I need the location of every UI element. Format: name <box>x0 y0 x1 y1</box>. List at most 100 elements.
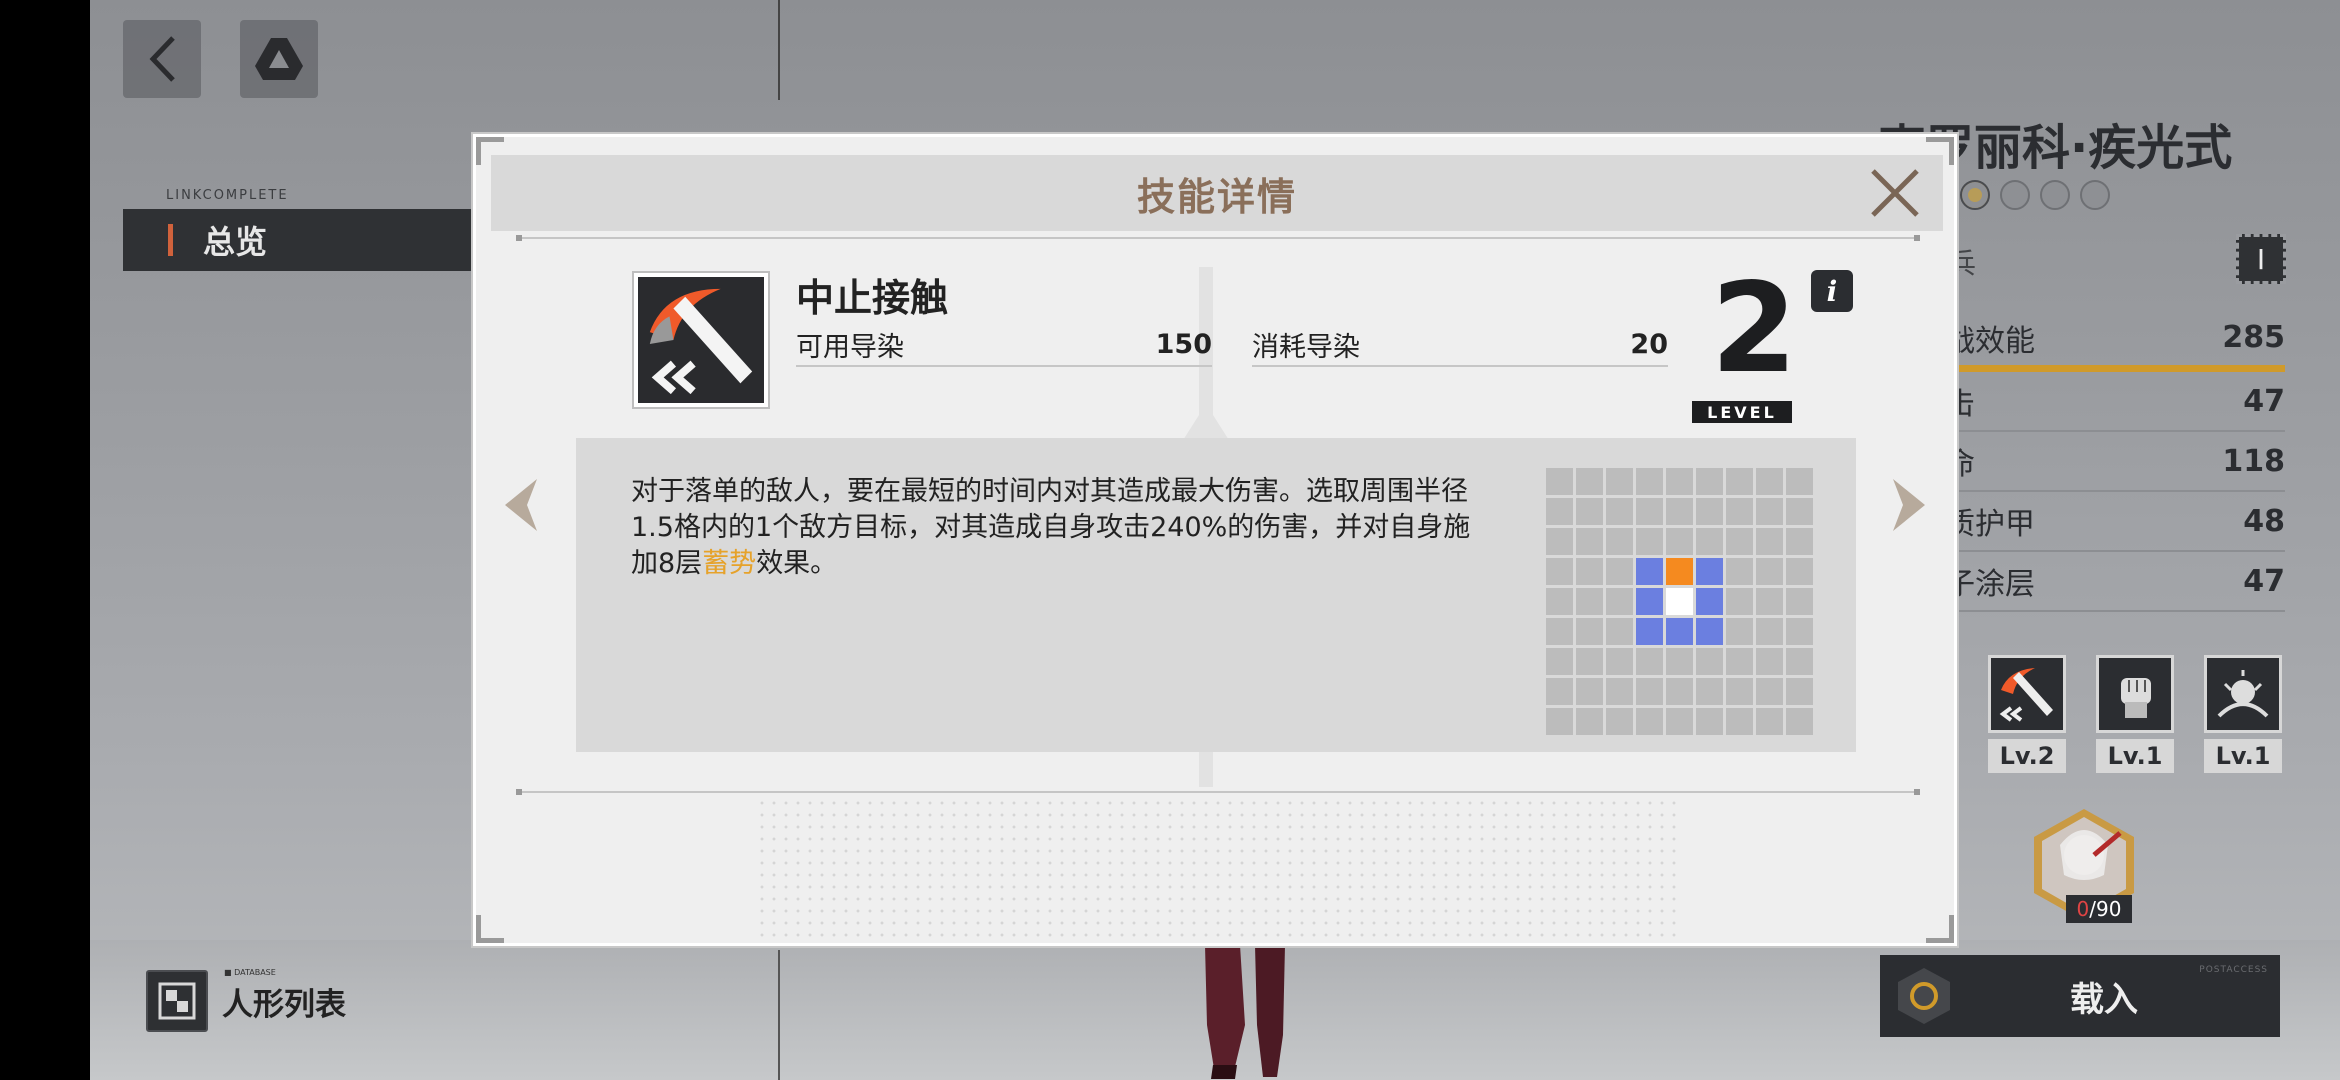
grid-cell <box>1726 528 1753 555</box>
stat-row: 质护甲 48 <box>1945 492 2285 552</box>
grid-cell <box>1756 498 1783 525</box>
grid-cell <box>1666 678 1693 705</box>
skill-detail-modal: 技能详情 中止接触 可用导染 150 消耗导染 20 2 LEVEL i 对于落… <box>473 134 1957 946</box>
stat-label: 战效能 <box>1945 323 2035 359</box>
hexagon-icon <box>1898 968 1950 1024</box>
grid-cell <box>1666 468 1693 495</box>
grid-cell <box>1546 678 1573 705</box>
character-list-button[interactable]: ■ DATABASE 人形列表 <box>146 968 346 1032</box>
skill-card[interactable]: Lv.2 <box>1988 655 2066 773</box>
grid-cell <box>1726 498 1753 525</box>
sword-icon <box>1988 655 2066 733</box>
grid-cell <box>1786 708 1813 735</box>
modal-header: 技能详情 <box>491 155 1943 231</box>
grid-cell <box>1576 588 1603 615</box>
grid-cell <box>1576 558 1603 585</box>
modal-corner <box>476 915 504 943</box>
grid-cell <box>1726 558 1753 585</box>
skill-name: 中止接触 <box>796 276 949 320</box>
tab-overview[interactable]: 总览 <box>123 209 503 271</box>
grid-cell <box>1636 678 1663 705</box>
tab-accent-bar <box>168 224 173 256</box>
grid-cell <box>1636 708 1663 735</box>
cost-label: 消耗导染 <box>1252 331 1360 363</box>
grid-cell <box>1726 618 1753 645</box>
cost-value: 20 <box>1630 328 1668 360</box>
grid-cell <box>1636 468 1663 495</box>
grid-cell <box>1576 528 1603 555</box>
stat-row: 击 47 <box>1945 372 2285 432</box>
grid-cell <box>1666 648 1693 675</box>
grid-cell <box>1636 648 1663 675</box>
back-button[interactable] <box>123 20 201 98</box>
grid-cell <box>1726 678 1753 705</box>
description-box: 对于落单的敌人，要在最短的时间内对其造成最大伤害。选取周围半径1.5格内的1个敌… <box>576 438 1856 752</box>
grid-cell <box>1666 498 1693 525</box>
star-dot <box>1960 180 1990 210</box>
grid-cell <box>1786 618 1813 645</box>
grid-cell <box>1576 648 1603 675</box>
class-badge[interactable]: I <box>2236 234 2286 284</box>
scene-divider <box>778 0 780 100</box>
star-dots <box>1960 180 2110 210</box>
stat-row: 子涂层 47 <box>1945 552 2285 612</box>
arrow-right-icon[interactable] <box>1889 477 1929 533</box>
skill-sword-icon <box>634 273 768 407</box>
grid-cell <box>1726 588 1753 615</box>
grid-cell <box>1666 528 1693 555</box>
star-dot <box>2040 180 2070 210</box>
skill-description: 对于落单的敌人，要在最短的时间内对其造成最大伤害。选取周围半径1.5格内的1个敌… <box>631 474 1491 582</box>
close-icon[interactable] <box>1867 165 1923 221</box>
grid-cell <box>1666 708 1693 735</box>
grid-cell <box>1696 528 1723 555</box>
load-button[interactable]: 载入 POSTACCESS <box>1880 955 2280 1037</box>
grid-cell <box>1576 498 1603 525</box>
avatar-count-current: 0 <box>2076 897 2090 921</box>
stat-value: 118 <box>2222 443 2285 479</box>
grid-cell <box>1756 708 1783 735</box>
character-boots <box>1205 945 1285 1079</box>
grid-cell <box>1756 468 1783 495</box>
grid-cell-range <box>1636 558 1663 585</box>
grid-cell <box>1606 648 1633 675</box>
grid-cell <box>1786 468 1813 495</box>
grid-cell <box>1696 468 1723 495</box>
burst-icon <box>2204 655 2282 733</box>
drive-button[interactable] <box>240 20 318 98</box>
load-button-tiny: POSTACCESS <box>2199 965 2268 975</box>
star-dot <box>2000 180 2030 210</box>
info-icon[interactable]: i <box>1811 270 1853 312</box>
grid-cell <box>1606 498 1633 525</box>
grid-cell <box>1606 588 1633 615</box>
tab-overview-label: 总览 <box>203 223 268 261</box>
grid-cell <box>1636 528 1663 555</box>
grid-icon <box>146 970 208 1032</box>
drive-triangle-icon <box>255 38 303 80</box>
description-text-end: 效果。 <box>756 548 838 579</box>
grid-cell <box>1606 558 1633 585</box>
skill-card[interactable]: Lv.1 <box>2204 655 2282 773</box>
stat-row: 战效能 285 <box>1945 310 2285 372</box>
description-keyword[interactable]: 蓄势 <box>702 548 756 579</box>
level-tag: LEVEL <box>1692 401 1792 423</box>
grid-cell <box>1546 468 1573 495</box>
grid-cell <box>1696 678 1723 705</box>
grid-cell-range <box>1666 618 1693 645</box>
header-divider <box>516 235 1920 241</box>
grid-cell <box>1606 708 1633 735</box>
stat-value: 285 <box>2222 320 2285 355</box>
avatar-count: 0/90 <box>2066 895 2132 923</box>
stat-value: 47 <box>2243 563 2285 599</box>
range-grid <box>1546 468 1813 735</box>
skill-card[interactable]: Lv.1 <box>2096 655 2174 773</box>
arrow-left-icon[interactable] <box>501 477 541 533</box>
fist-icon <box>2096 655 2174 733</box>
grid-cell <box>1696 498 1723 525</box>
available-stat: 可用导染 150 <box>796 323 1212 367</box>
grid-cell <box>1786 678 1813 705</box>
grid-cell <box>1546 498 1573 525</box>
stat-label: 质护甲 <box>1945 507 2035 542</box>
skill-icons-row: Lv.2 Lv.1 Lv.1 <box>1988 655 2282 773</box>
grid-cell <box>1546 528 1573 555</box>
grid-cell <box>1546 708 1573 735</box>
